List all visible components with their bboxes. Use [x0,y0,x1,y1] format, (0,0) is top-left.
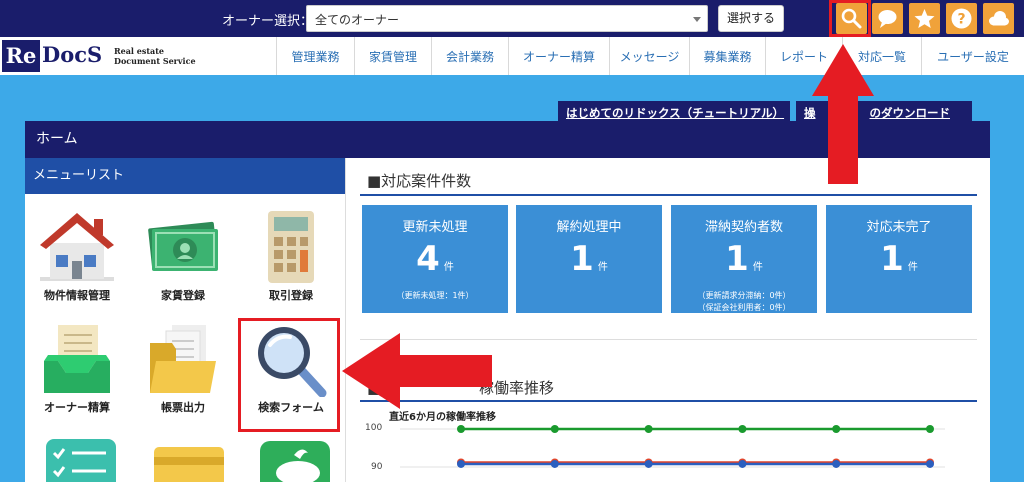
case-card-unit: 件 [443,262,454,273]
highlight-box-search-form [238,318,340,432]
nav-item-kanri[interactable]: 管理業務 [276,37,354,75]
case-card-renewal[interactable]: 更新未処理 4件 （更新未処理：1件） [362,205,508,313]
series-point-2-1 [550,459,559,468]
menu-item-card[interactable] [139,445,235,482]
case-card-unit: 件 [752,262,763,273]
menu-label-report-output: 帳票出力 [161,401,205,414]
nav-item-boshu[interactable]: 募集業務 [689,37,765,75]
series-point-0-0 [457,425,465,433]
case-card-count: 1 [725,239,749,279]
select-owner-button[interactable]: 選択する [718,5,784,32]
case-card-count: 4 [416,239,440,279]
chevron-down-icon [693,17,701,22]
chat-icon[interactable] [872,3,903,34]
calculator-icon [268,211,314,283]
menu-item-report-output[interactable]: 帳票出力 [135,321,231,415]
case-card-note: （更新請求分滞納：0件） [697,291,791,300]
case-card-count: 1 [880,239,904,279]
case-card-title: 滞納契約者数 [704,220,783,235]
case-card-cancellation[interactable]: 解約処理中 1件 [516,205,662,313]
star-icon[interactable] [909,3,940,34]
panel-divider [345,158,346,482]
series-point-2-5 [926,459,934,468]
owner-select-value: 全てのオーナー [315,13,400,27]
whale-icon [260,441,330,482]
nav-menu: 管理業務 家賃管理 会計業務 オーナー精算 メッセージ 募集業務 レポート 対応… [276,37,1024,75]
highlight-box-search [829,0,871,37]
menu-item-property[interactable]: 物件情報管理 [29,209,125,303]
logo-subtitle-line1: Real estate [114,46,165,56]
case-card-arrears[interactable]: 滞納契約者数 1件 （更新請求分滞納：0件） （保証会社利用者：0件） [671,205,817,313]
case-card-note: （保証会社利用者：0件） [697,303,791,312]
menu-label-property: 物件情報管理 [44,289,110,302]
card-icon [154,447,224,482]
case-card-title: 解約処理中 [556,220,622,235]
red-arrow-left-icon [342,333,492,409]
menu-item-rent[interactable]: 家賃登録 [135,209,231,303]
case-card-unit: 件 [907,262,918,273]
nav-item-yachin[interactable]: 家賃管理 [354,37,431,75]
logo-subtitle: Real estate Document Service [114,46,196,66]
cases-title-underline [360,194,977,196]
menu-label-transaction: 取引登録 [269,289,313,302]
series-point-0-3 [738,425,747,433]
nav-item-owner-seisan[interactable]: オーナー精算 [508,37,609,75]
menu-item-owner-settlement[interactable]: オーナー精算 [29,321,125,415]
logo-subtitle-line2: Document Service [114,56,196,66]
occupancy-chart [400,425,945,468]
help-icon[interactable]: ? [946,3,977,34]
series-point-0-5 [926,425,934,433]
folder-icon [150,325,216,393]
nav-item-kaikei[interactable]: 会計業務 [431,37,508,75]
series-point-0-1 [550,425,559,433]
series-point-2-4 [832,459,841,468]
menu-item-transaction[interactable]: 取引登録 [243,209,339,303]
nav-item-user-settings[interactable]: ユーザー設定 [921,37,1024,75]
checklist-icon [46,439,116,482]
case-card-title: 対応未完了 [866,220,932,235]
menu-label-rent: 家賃登録 [161,289,205,302]
svg-text:?: ? [957,12,965,28]
house-icon [40,213,114,281]
case-card-title: 更新未処理 [402,220,468,235]
owner-select[interactable]: 全てのオーナー [306,5,708,32]
owner-select-label: オーナー選択： [222,14,314,29]
cases-section-title: ■対応案件件数 [367,172,472,190]
series-point-2-0 [457,459,465,468]
menu-item-whale[interactable] [247,441,343,482]
case-card-incomplete[interactable]: 対応未完了 1件 [826,205,972,313]
case-card-note: （更新未処理：1件） [396,291,474,300]
menu-list-title: メニューリスト [25,158,345,194]
series-point-0-2 [644,425,653,433]
series-point-2-2 [644,459,653,468]
cloud-icon[interactable] [983,3,1014,34]
money-icon [148,221,218,271]
logo-re: Re [2,40,40,72]
logo-docs: DocS [42,42,103,67]
series-point-0-4 [832,425,841,433]
case-card-unit: 件 [597,262,608,273]
red-arrow-up-icon [812,44,874,184]
inbox-icon [44,325,110,393]
menu-item-checklist[interactable] [33,439,129,482]
menu-label-owner-settlement: オーナー精算 [44,401,110,414]
nav-item-message[interactable]: メッセージ [609,37,689,75]
series-point-2-3 [738,459,747,468]
download-tab-suffix: のダウンロード [869,106,951,120]
case-card-count: 1 [570,239,594,279]
